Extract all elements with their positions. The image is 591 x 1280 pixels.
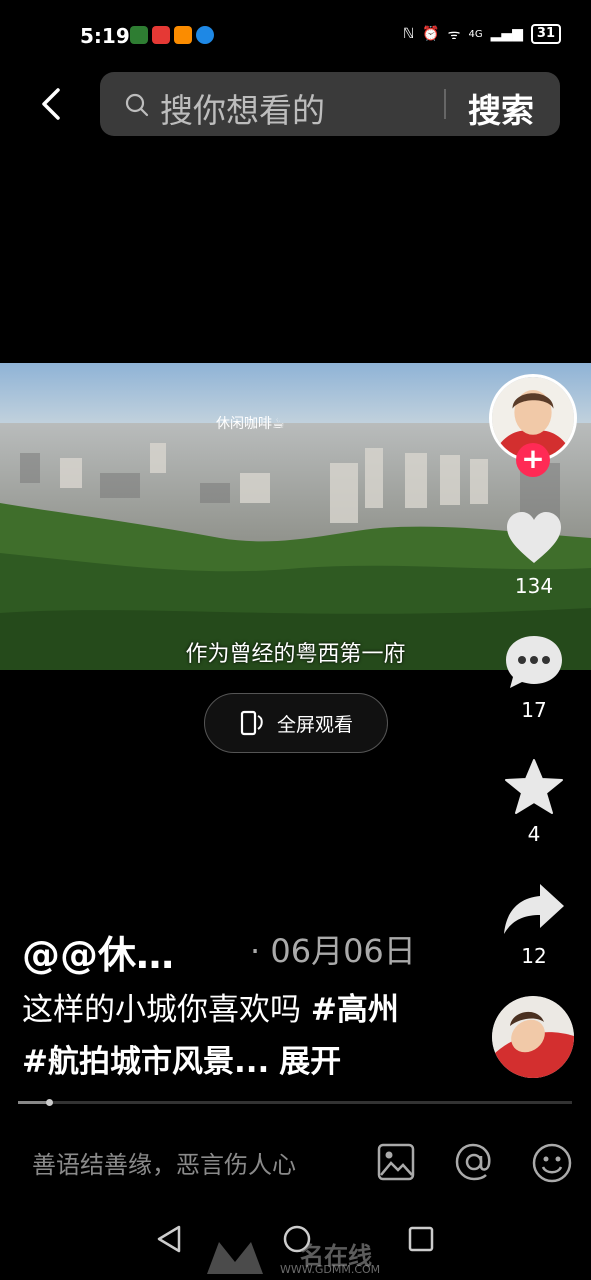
nfc-icon: ℕ [403,26,415,42]
rotate-screen-icon [240,710,263,736]
video-watermark: 休闲咖啡☕ [216,416,285,432]
video-progress-handle[interactable] [46,1099,53,1106]
nav-back-icon[interactable] [156,1224,182,1254]
image-icon[interactable] [377,1143,415,1181]
site-watermark-url: WWW.GDMM.COM [280,1263,381,1276]
app-notification-icon [196,26,214,44]
video-progress-track[interactable] [18,1101,572,1104]
signal-icon: ▂▄▆ [490,26,523,42]
status-time: 5:19 [80,24,130,48]
comment-bubble-icon[interactable] [504,634,564,690]
alarm-icon: ⏰ [422,26,440,42]
hashtag-link[interactable]: #航拍城市风景 [22,1044,234,1080]
back-arrow-icon[interactable] [34,84,74,124]
favorite-star-icon[interactable] [504,758,564,816]
share-count: 12 [521,944,547,968]
comment-input[interactable]: 善语结善缘，恶言伤人心 [32,1145,296,1180]
emoji-icon[interactable] [531,1142,573,1184]
app-notification-icon [174,26,192,44]
hashtag-link[interactable]: #高州 [311,992,399,1028]
post-date: · 06月06日 [250,932,416,970]
mention-at-icon[interactable] [454,1142,494,1182]
share-arrow-icon[interactable] [502,882,566,936]
network-label: 4G [468,28,483,40]
music-disc-avatar[interactable] [492,996,574,1078]
author-name[interactable]: @@休… [22,924,174,979]
site-logo-icon [207,1242,263,1274]
search-button[interactable]: 搜索 [468,84,534,132]
fullscreen-button[interactable]: 全屏观看 [204,693,388,753]
expand-link[interactable]: 展开 [279,1044,341,1080]
search-divider [444,89,446,119]
video-subtitle: 作为曾经的粤西第一府 [185,642,406,667]
follow-button[interactable]: + [516,443,550,477]
app-notification-icon [130,26,148,44]
like-count: 134 [514,574,554,598]
status-indicators: ℕ ⏰ ᯤ 4G ▂▄▆ 31 [403,24,561,44]
fullscreen-label: 全屏观看 [276,713,353,736]
description-text: 这样的小城你喜欢吗 [22,992,311,1028]
like-heart-icon[interactable] [505,511,563,565]
favorite-count: 4 [527,822,541,846]
search-icon [125,93,149,117]
wifi-icon: ᯤ [447,26,461,43]
status-app-icons [130,26,214,44]
app-notification-icon [152,26,170,44]
post-description: 这样的小城你喜欢吗 #高州 #航拍城市风景... 展开 [22,984,432,1088]
description-ellipsis: ... [233,1044,270,1080]
battery-icon: 31 [530,24,561,44]
search-input[interactable]: 搜你想看的 [160,84,325,132]
nav-recents-icon[interactable] [408,1226,434,1252]
comment-count: 17 [521,698,547,722]
